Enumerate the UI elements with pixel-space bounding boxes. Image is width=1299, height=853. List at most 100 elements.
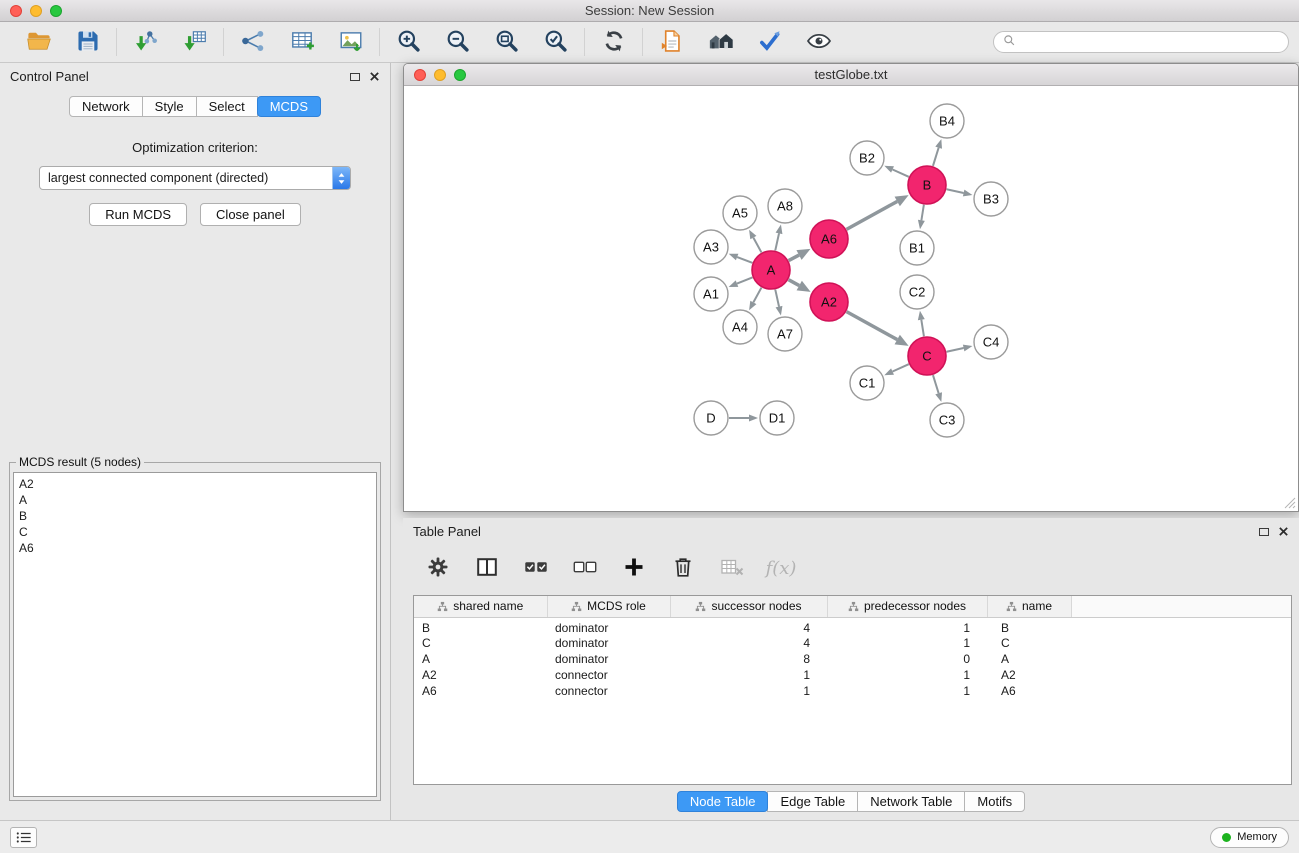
table-row[interactable]: A2connector11A2 (414, 667, 1291, 683)
trash-button[interactable] (670, 555, 696, 581)
import-table-button[interactable] (181, 29, 208, 56)
graph-node-A1[interactable]: A1 (694, 277, 728, 311)
table-row[interactable]: A6connector11A6 (414, 683, 1291, 699)
resize-grip-icon[interactable] (1284, 497, 1296, 509)
minimize-window-button[interactable] (434, 69, 446, 81)
close-window-button[interactable] (414, 69, 426, 81)
refresh-button[interactable] (600, 29, 627, 56)
gear-button[interactable] (425, 555, 451, 581)
column-header-successor-nodes[interactable]: successor nodes (670, 596, 827, 617)
graph-node-C4[interactable]: C4 (974, 325, 1008, 359)
zoom-window-button[interactable] (454, 69, 466, 81)
zoom-fit-button[interactable] (493, 29, 520, 56)
graph-edge-A6-B[interactable] (847, 201, 898, 229)
zoom-in-button[interactable] (395, 29, 422, 56)
table-cell-predecessors[interactable]: 1 (827, 635, 987, 651)
table-row[interactable]: Cdominator41C (414, 635, 1291, 651)
graph-edge-A-A1[interactable] (737, 277, 752, 283)
table-cell-predecessors[interactable]: 0 (827, 651, 987, 667)
graph-node-A3[interactable]: A3 (694, 230, 728, 264)
export-image-button[interactable] (337, 29, 364, 56)
close-panel-button[interactable]: Close panel (200, 203, 301, 226)
graph-node-B2[interactable]: B2 (850, 141, 884, 175)
graph-node-C1[interactable]: C1 (850, 366, 884, 400)
zoom-out-button[interactable] (444, 29, 471, 56)
graph-node-B4[interactable]: B4 (930, 104, 964, 138)
graph-edge-C-C4[interactable] (947, 348, 964, 352)
new-network-button[interactable] (239, 29, 266, 56)
zoom-selected-button[interactable] (542, 29, 569, 56)
graph-node-C[interactable]: C (908, 337, 946, 375)
table-cell-mcds_role[interactable]: connector (547, 683, 670, 699)
optimization-criterion-select[interactable]: largest connected component (directed) (39, 166, 351, 190)
graph-edge-A-A6[interactable] (789, 255, 799, 261)
table-row[interactable]: Adominator80A (414, 651, 1291, 667)
new-table-button[interactable] (288, 29, 315, 56)
zoom-window-button[interactable] (50, 5, 62, 17)
float-panel-icon[interactable] (350, 73, 360, 81)
graph-edge-C-C1[interactable] (893, 364, 909, 371)
memory-button[interactable]: Memory (1210, 827, 1289, 848)
tab-network-table[interactable]: Network Table (857, 791, 965, 812)
table-cell-predecessors[interactable]: 1 (827, 683, 987, 699)
table-cell-predecessors[interactable]: 1 (827, 617, 987, 635)
check-none-button[interactable] (572, 555, 598, 581)
import-network-button[interactable] (132, 29, 159, 56)
tab-style[interactable]: Style (142, 96, 197, 117)
table-cell-shared_name[interactable]: C (414, 635, 547, 651)
table-cell-mcds_role[interactable]: dominator (547, 635, 670, 651)
graph-edge-C-C3[interactable] (933, 375, 939, 393)
minimize-window-button[interactable] (30, 5, 42, 17)
graph-node-A2[interactable]: A2 (810, 283, 848, 321)
close-panel-icon[interactable] (1278, 526, 1289, 537)
column-header-shared-name[interactable]: shared name (414, 596, 547, 617)
graph-edge-B-B4[interactable] (933, 148, 939, 166)
table-cell-successors[interactable]: 4 (670, 635, 827, 651)
graph-edge-A-A8[interactable] (775, 233, 779, 250)
graph-edge-B-B1[interactable] (921, 205, 923, 221)
graph-edge-B-B3[interactable] (947, 189, 964, 193)
float-panel-icon[interactable] (1259, 528, 1269, 536)
graph-node-D1[interactable]: D1 (760, 401, 794, 435)
graph-node-A6[interactable]: A6 (810, 220, 848, 258)
add-button[interactable] (621, 555, 647, 581)
table-cell-shared_name[interactable]: B (414, 617, 547, 635)
tab-mcds[interactable]: MCDS (257, 96, 321, 117)
graph-node-B[interactable]: B (908, 166, 946, 204)
search-box[interactable] (993, 31, 1289, 53)
columns-button[interactable] (474, 555, 500, 581)
table-cell-shared_name[interactable]: A (414, 651, 547, 667)
column-header-name[interactable]: name (987, 596, 1071, 617)
table-cell-successors[interactable]: 4 (670, 617, 827, 635)
close-window-button[interactable] (10, 5, 22, 17)
graph-node-B1[interactable]: B1 (900, 231, 934, 265)
table-cell-shared_name[interactable]: A2 (414, 667, 547, 683)
table-cell-mcds_role[interactable]: connector (547, 667, 670, 683)
graph-edge-A-A2[interactable] (789, 280, 800, 286)
table-cell-name[interactable]: A2 (987, 667, 1071, 683)
document-button[interactable] (658, 29, 685, 56)
graph-edge-A2-C[interactable] (847, 312, 898, 340)
column-header-mcds-role[interactable]: MCDS role (547, 596, 670, 617)
table-row[interactable]: Bdominator41B (414, 617, 1291, 635)
table-cell-successors[interactable]: 8 (670, 651, 827, 667)
graph-edge-A-A3[interactable] (737, 257, 752, 263)
graph-node-C2[interactable]: C2 (900, 275, 934, 309)
graph-edge-B-B2[interactable] (893, 169, 909, 176)
home-pair-button[interactable] (707, 29, 734, 56)
check-all-button[interactable] (523, 555, 549, 581)
table-cell-successors[interactable]: 1 (670, 683, 827, 699)
graph-node-A[interactable]: A (752, 251, 790, 289)
help-button[interactable] (756, 29, 783, 56)
table-cell-name[interactable]: A6 (987, 683, 1071, 699)
eye-button[interactable] (805, 29, 832, 56)
graph-edge-C-C2[interactable] (921, 320, 924, 337)
task-history-button[interactable] (10, 827, 37, 848)
graph-edge-A-A4[interactable] (753, 288, 761, 303)
table-cell-shared_name[interactable]: A6 (414, 683, 547, 699)
table-cell-mcds_role[interactable]: dominator (547, 617, 670, 635)
graph-node-A4[interactable]: A4 (723, 310, 757, 344)
tab-motifs[interactable]: Motifs (964, 791, 1025, 812)
graph-node-A8[interactable]: A8 (768, 189, 802, 223)
save-button[interactable] (74, 29, 101, 56)
